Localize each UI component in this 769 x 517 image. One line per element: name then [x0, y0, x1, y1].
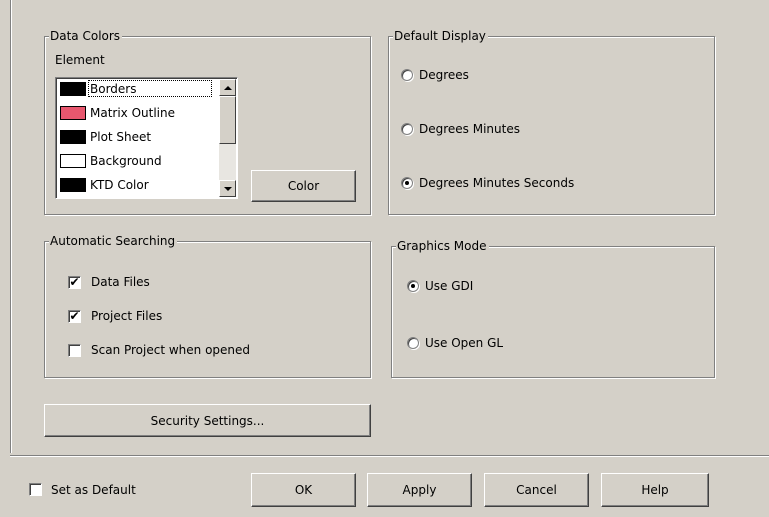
- project-files-label: Project Files: [91, 309, 163, 323]
- security-settings-button[interactable]: Security Settings...: [44, 404, 371, 437]
- list-item[interactable]: Matrix Outline: [60, 104, 210, 122]
- color-swatch: [60, 130, 86, 144]
- use-opengl-label: Use Open GL: [425, 336, 504, 350]
- set-as-default-label: Set as Default: [51, 483, 136, 497]
- data-files-label: Data Files: [91, 275, 150, 289]
- graphics-mode-group: Graphics Mode: [391, 238, 715, 378]
- element-item-label: Background: [90, 154, 162, 168]
- arrow-up-icon: [223, 85, 232, 90]
- degrees-minutes-seconds-radio[interactable]: [401, 177, 413, 189]
- use-gdi-radio[interactable]: [407, 280, 419, 292]
- scan-project-label: Scan Project when opened: [91, 343, 251, 357]
- color-swatch: [60, 154, 86, 168]
- data-files-checkbox[interactable]: ✔: [68, 276, 81, 289]
- scroll-up-button[interactable]: [219, 79, 236, 96]
- degrees-radio[interactable]: [401, 69, 413, 81]
- automatic-searching-title: Automatic Searching: [49, 233, 178, 249]
- footer-separator-highlight: [10, 456, 769, 457]
- element-label: Element: [55, 53, 105, 67]
- list-item[interactable]: Borders: [60, 80, 212, 98]
- scan-project-checkbox[interactable]: [68, 344, 81, 357]
- arrow-down-icon: [223, 186, 232, 191]
- radio-dot: [405, 181, 409, 185]
- color-button[interactable]: Color: [251, 170, 356, 202]
- element-listbox[interactable]: Borders Matrix Outline Plot Sheet Backgr…: [55, 77, 238, 199]
- use-gdi-label: Use GDI: [425, 279, 474, 293]
- element-item-label: KTD Color: [90, 178, 149, 192]
- scroll-down-button[interactable]: [219, 180, 236, 197]
- default-display-title: Default Display: [393, 28, 488, 44]
- color-swatch: [60, 178, 86, 192]
- list-item[interactable]: Background: [60, 152, 210, 170]
- data-colors-title: Data Colors: [49, 28, 123, 44]
- list-item[interactable]: KTD Color: [60, 176, 210, 194]
- color-swatch: [60, 82, 86, 96]
- ok-button[interactable]: OK: [251, 473, 356, 507]
- listbox-scrollbar[interactable]: [219, 79, 236, 197]
- scroll-thumb[interactable]: [219, 96, 236, 144]
- element-item-label: Borders: [90, 82, 137, 96]
- element-item-label: Plot Sheet: [90, 130, 152, 144]
- degrees-minutes-label: Degrees Minutes: [419, 122, 520, 136]
- left-separator-highlight: [11, 0, 12, 453]
- graphics-mode-title: Graphics Mode: [396, 238, 489, 254]
- color-swatch: [60, 106, 86, 120]
- set-as-default-checkbox[interactable]: [29, 483, 42, 496]
- cancel-button[interactable]: Cancel: [484, 473, 589, 507]
- help-button[interactable]: Help: [601, 473, 709, 507]
- apply-button[interactable]: Apply: [367, 473, 472, 507]
- radio-dot: [411, 284, 415, 288]
- list-item[interactable]: Plot Sheet: [60, 128, 210, 146]
- degrees-minutes-seconds-label: Degrees Minutes Seconds: [419, 176, 575, 190]
- project-files-checkbox[interactable]: ✔: [68, 310, 81, 323]
- degrees-minutes-radio[interactable]: [401, 123, 413, 135]
- degrees-label: Degrees: [419, 68, 469, 82]
- use-opengl-radio[interactable]: [407, 337, 419, 349]
- element-item-label: Matrix Outline: [90, 106, 176, 120]
